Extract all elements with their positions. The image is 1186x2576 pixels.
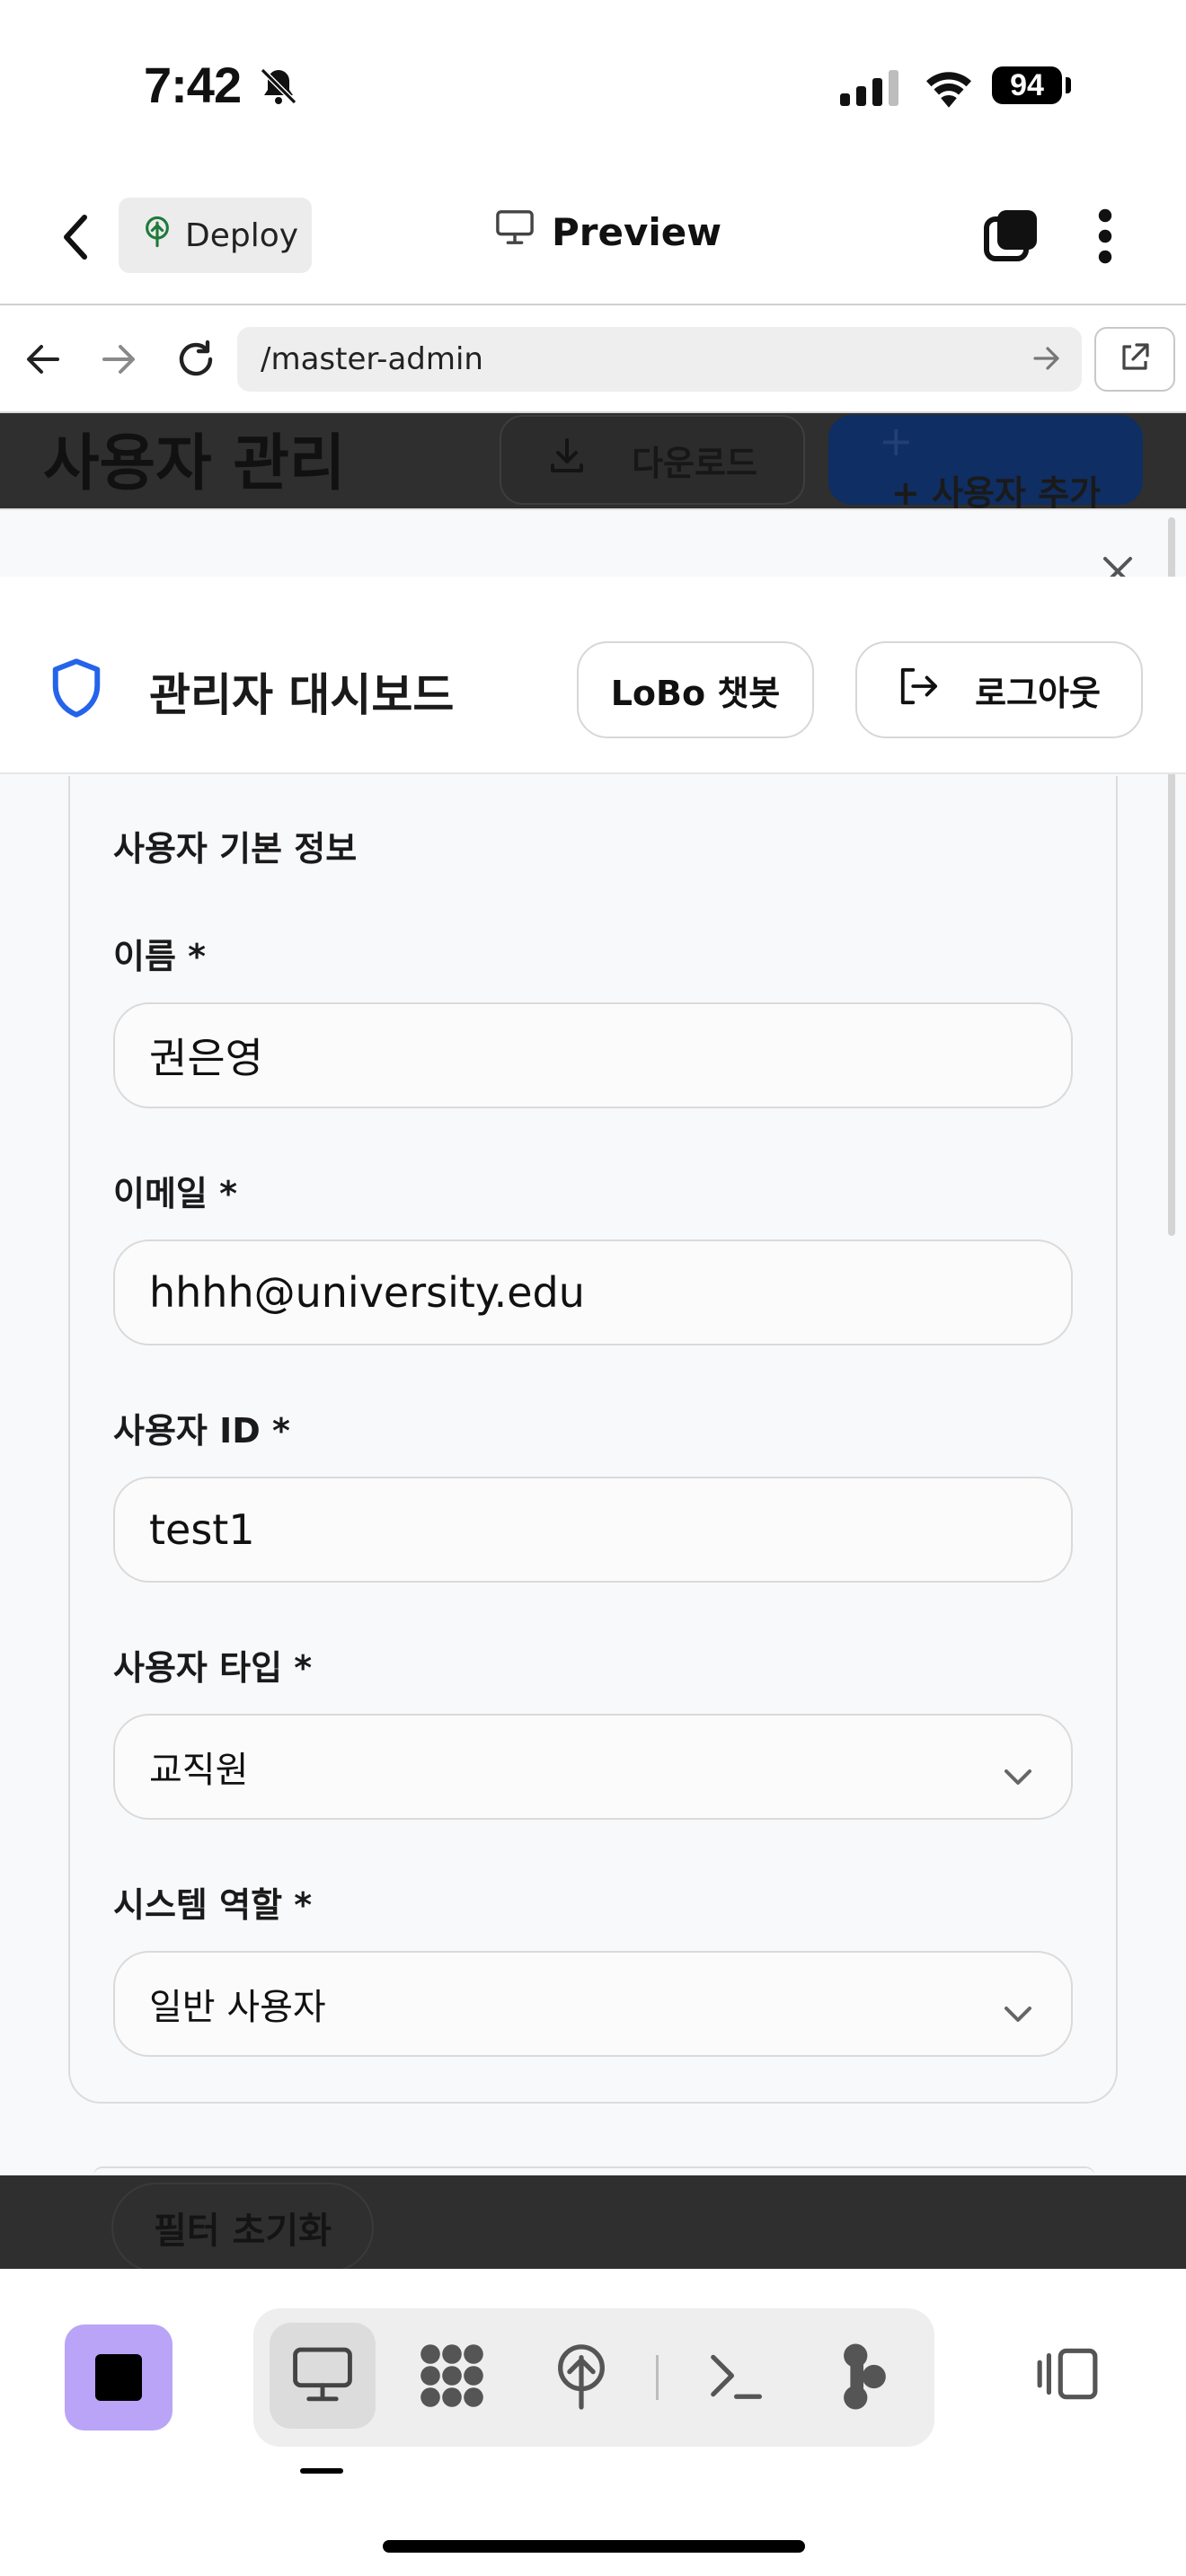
logout-label: 로그아웃 [975, 673, 1101, 713]
name-field[interactable]: 권은영 [113, 1002, 1073, 1108]
email-value: hhhh@university.edu [149, 1268, 585, 1317]
chatbot-label: LoBo 챗봇 [610, 673, 781, 713]
stop-icon [95, 2354, 142, 2401]
apps-tool-icon[interactable] [417, 2341, 487, 2414]
user-type-label: 사용자 타입 * [113, 1648, 313, 1688]
dashboard-title: 관리자 대시보드 [149, 669, 455, 721]
reload-icon[interactable] [174, 338, 217, 384]
system-role-select[interactable]: 일반 사용자 [113, 1951, 1073, 2057]
background-reset-filter-button: 필터 초기화 [111, 2183, 374, 2272]
nav-back-icon[interactable] [25, 343, 61, 379]
background-add-user-button: + + 사용자 추가 [828, 415, 1143, 513]
user-id-label: 사용자 ID * [113, 1411, 290, 1451]
wifi-icon [922, 65, 976, 111]
deploy-tool-icon[interactable] [550, 2341, 613, 2414]
header-divider [0, 304, 1186, 305]
deploy-label: Deploy [185, 216, 299, 254]
email-field[interactable]: hhhh@university.edu [113, 1239, 1073, 1345]
reset-filter-label: 필터 초기화 [154, 2210, 332, 2252]
battery-tip [1066, 77, 1071, 93]
next-card-edge [93, 2166, 1094, 2175]
tabs-icon[interactable] [983, 208, 1039, 268]
background-download-button: 다운로드 [500, 415, 805, 505]
more-icon[interactable] [1096, 208, 1114, 268]
sidebar-toggle-icon[interactable] [1035, 2346, 1100, 2405]
preview-tab[interactable]: Preview [494, 208, 721, 255]
url-input[interactable]: /master-admin [237, 327, 1082, 392]
terminal-tool-icon[interactable] [706, 2348, 762, 2407]
section-title: 사용자 기본 정보 [113, 829, 358, 869]
battery-indicator: 94 [992, 66, 1062, 104]
stop-button[interactable] [65, 2325, 173, 2430]
name-value: 권은영 [149, 1034, 263, 1082]
git-tool-icon[interactable] [839, 2342, 888, 2414]
user-id-value: test1 [149, 1505, 255, 1554]
home-indicator [383, 2540, 805, 2553]
back-icon[interactable] [59, 212, 92, 266]
preview-tool-icon[interactable] [289, 2344, 356, 2411]
user-type-value: 교직원 [149, 1750, 249, 1791]
deploy-button[interactable]: Deploy [119, 198, 312, 273]
logout-button[interactable]: 로그아웃 [855, 641, 1143, 738]
tool-separator [656, 2355, 659, 2400]
chatbot-button[interactable]: LoBo 챗봇 [577, 641, 814, 738]
user-type-select[interactable]: 교직원 [113, 1714, 1073, 1820]
active-tool-underline [300, 2468, 343, 2474]
download-label: 다운로드 [632, 443, 757, 483]
open-external-button[interactable] [1094, 327, 1175, 392]
monitor-icon [494, 208, 535, 255]
logout-icon [898, 666, 939, 714]
deploy-icon [142, 215, 173, 257]
chevron-down-icon [1003, 1755, 1033, 1796]
url-go-icon[interactable] [1033, 345, 1062, 375]
external-link-icon [1119, 341, 1151, 377]
add-user-label: + 사용자 추가 [891, 473, 1102, 513]
add-plus-glyph: + [879, 417, 914, 465]
silent-bell-icon [257, 65, 300, 111]
shield-icon [49, 657, 104, 722]
cellular-signal-icon [840, 70, 901, 110]
system-role-value: 일반 사용자 [149, 1987, 326, 2028]
url-text: /master-admin [261, 341, 483, 377]
background-page-title: 사용자 관리 [43, 428, 346, 499]
nav-forward-icon[interactable] [101, 343, 137, 379]
name-label: 이름 * [113, 937, 207, 976]
email-label: 이메일 * [113, 1174, 237, 1213]
preview-label: Preview [552, 209, 722, 254]
status-time: 7:42 [144, 57, 242, 113]
system-role-label: 시스템 역할 * [113, 1885, 313, 1925]
download-icon [547, 437, 587, 484]
chevron-down-icon [1003, 1992, 1033, 2033]
user-id-field[interactable]: test1 [113, 1477, 1073, 1583]
